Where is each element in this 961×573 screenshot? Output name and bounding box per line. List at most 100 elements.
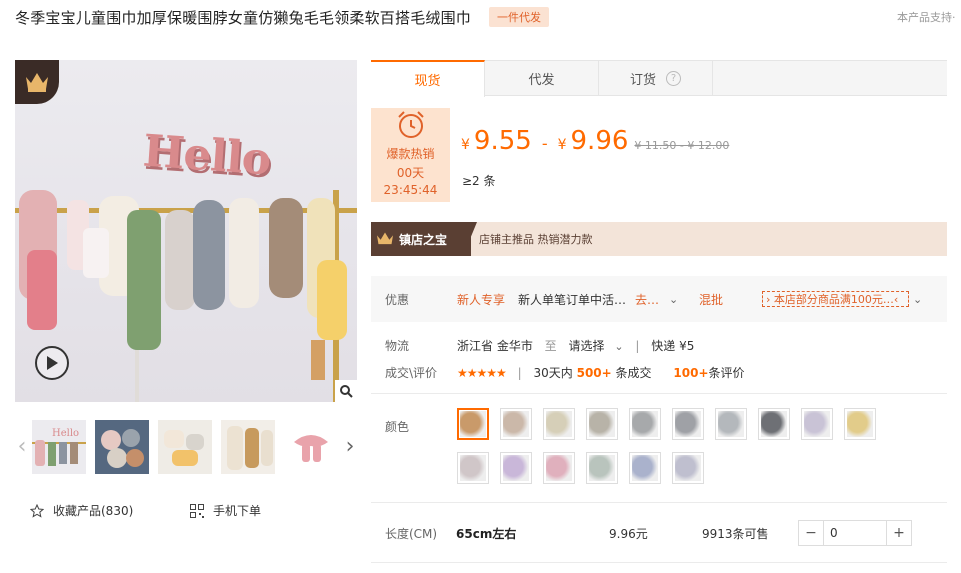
thumb-prev-arrow[interactable]: ‹ (15, 434, 29, 459)
price-range: ¥ 9.55 - ¥ 9.96 ¥ 11.50 - ¥ 12.00 (461, 126, 729, 156)
coupon-badge[interactable]: › 本店部分商品满100元…‹ (762, 291, 909, 307)
hello-sign: Hello (141, 125, 272, 186)
swatch-image (632, 455, 658, 481)
swatch-image (546, 455, 572, 481)
tab-preorder-label: 订货 (629, 73, 656, 88)
section-divider (371, 502, 947, 503)
tab-spot[interactable]: 现货 (371, 60, 485, 97)
rating-stars: ★★★★★ (457, 365, 507, 380)
mobile-order-button[interactable]: 手机下单 (190, 502, 261, 519)
decrement-button[interactable]: − (799, 521, 823, 545)
main-product-image[interactable]: Hello (15, 60, 357, 402)
chevron-down-icon[interactable]: ⌄ (913, 293, 922, 306)
deals-row: 成交\评价 ★★★★★ | 30天内 500+ 条成交 100+条评价 (371, 363, 947, 381)
promo-row: 优惠 新人专享 新人单笔订单中活… 去… ⌄ 混批 › 本店部分商品满100元…… (371, 276, 947, 322)
collect-product-button[interactable]: 收藏产品(830) (30, 502, 133, 519)
new-customer-badge: 新人专享 (457, 292, 506, 307)
help-icon[interactable]: ? (666, 71, 681, 86)
shop-treasure-title: 镇店之宝 (375, 231, 447, 248)
logistics-row: 物流 浙江省 金华市 至 请选择 ⌄ | 快递 ¥5 (371, 336, 947, 354)
flash-sale-label: 爆款热销 (386, 147, 435, 161)
color-swatch[interactable] (758, 408, 790, 440)
thumb-next-arrow[interactable]: › (343, 434, 357, 459)
swatch-image (804, 411, 830, 437)
color-swatch[interactable] (543, 408, 575, 440)
swatch-image (546, 411, 572, 437)
thumbnail-4[interactable] (221, 420, 275, 474)
play-icon (47, 356, 58, 370)
price-low: 9.55 (473, 126, 532, 156)
color-swatch[interactable] (844, 408, 876, 440)
increment-button[interactable]: + (887, 521, 911, 545)
magnifier-icon (340, 385, 353, 398)
flash-sale-box: 爆款热销 00天 23:45:44 (371, 108, 450, 202)
destination-select[interactable]: 请选择 (569, 339, 605, 353)
color-swatch[interactable] (500, 408, 532, 440)
chevron-down-icon[interactable]: ⌄ (669, 293, 678, 306)
swatch-image (718, 411, 744, 437)
mobile-order-label: 手机下单 (213, 504, 262, 518)
svg-text:Hello: Hello (52, 428, 79, 439)
divider-pipe: | (517, 365, 522, 380)
zoom-button[interactable] (335, 380, 357, 402)
product-photo (15, 190, 357, 402)
color-swatch[interactable] (715, 408, 747, 440)
shop-treasure-label: 镇店之宝 (399, 232, 448, 247)
chevron-down-icon[interactable]: ⌄ (614, 340, 623, 353)
color-swatch[interactable] (672, 452, 704, 484)
original-price: ¥ 11.50 - ¥ 12.00 (634, 139, 730, 152)
color-swatch[interactable] (629, 408, 661, 440)
origin-location: 浙江省 金华市 (457, 338, 533, 353)
reviews-suffix: 条评价 (708, 365, 745, 380)
promo-description: 新人单笔订单中活… (518, 292, 627, 307)
deals-count-suffix: 条成交 (615, 365, 652, 380)
deals-label: 成交\评价 (385, 365, 438, 380)
support-text: 本产品支持· (897, 11, 956, 24)
length-value: 65cm左右 (456, 527, 517, 541)
qr-code-icon (190, 503, 204, 518)
color-swatch[interactable] (629, 452, 661, 484)
tab-dropship-label: 代发 (528, 73, 555, 88)
color-swatch[interactable] (457, 408, 489, 440)
deals-period: 30天内 (533, 365, 573, 380)
color-swatch[interactable] (543, 452, 575, 484)
color-swatch[interactable] (500, 452, 532, 484)
swatch-image (589, 411, 615, 437)
thumbnail-5[interactable] (284, 420, 338, 474)
section-divider (371, 562, 947, 563)
thumbnail-2[interactable] (95, 420, 149, 474)
quantity-input[interactable]: 0 (823, 521, 887, 545)
currency-symbol: ¥ (461, 137, 470, 153)
swatch-image (675, 411, 701, 437)
product-title: 冬季宝宝儿童围巾加厚保暖围脖女童仿獭兔毛毛领柔软百搭毛绒围巾 (15, 8, 472, 27)
currency-symbol: ¥ (557, 137, 567, 153)
flash-sale-timer: 23:45:44 (383, 183, 438, 197)
promo-go-link[interactable]: 去… (635, 291, 659, 308)
length-stock: 9913条可售 (702, 527, 769, 541)
color-swatch[interactable] (457, 452, 489, 484)
alarm-clock-icon (397, 111, 424, 138)
play-video-button[interactable] (35, 346, 69, 380)
swatch-image (503, 411, 529, 437)
tab-preorder[interactable]: 订货? (599, 61, 713, 96)
crown-icon (377, 232, 393, 245)
color-swatch[interactable] (801, 408, 833, 440)
color-swatch[interactable] (586, 408, 618, 440)
divider-pipe: | (635, 338, 640, 353)
to-label: 至 (544, 338, 557, 353)
dropship-tag: 一件代发 (489, 7, 550, 27)
collect-label: 收藏产品(830) (53, 504, 134, 518)
tab-dropship[interactable]: 代发 (485, 61, 599, 96)
swatch-image (632, 411, 658, 437)
thumbnail-3[interactable] (158, 420, 212, 474)
thumbnail-strip: ‹ Hello › (15, 418, 357, 474)
mixed-batch-link[interactable]: 混批 (699, 291, 723, 308)
shipping-info: 浙江省 金华市 至 请选择 ⌄ | 快递 ¥5 (457, 337, 694, 354)
swatch-image (761, 411, 787, 437)
deals-count[interactable]: 500+ (577, 366, 612, 380)
reviews-count[interactable]: 100+ (673, 366, 708, 380)
color-swatch[interactable] (672, 408, 704, 440)
thumbnail-1[interactable]: Hello (32, 420, 86, 474)
length-price: 9.96元 (609, 527, 648, 541)
color-swatch[interactable] (586, 452, 618, 484)
